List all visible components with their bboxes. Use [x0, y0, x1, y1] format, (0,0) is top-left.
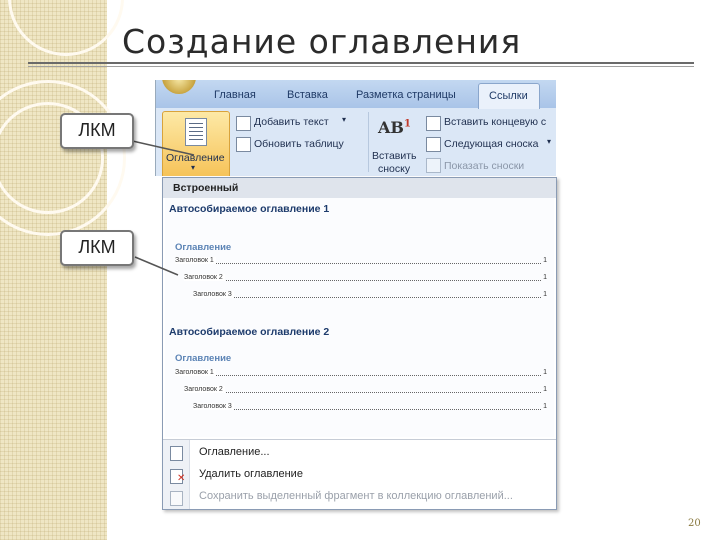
callout-pointer-line: [134, 256, 179, 276]
page-number: 20: [688, 518, 701, 529]
callout-lkm-1: ЛКМ: [60, 113, 134, 149]
callout-lkm-2: ЛКМ: [60, 230, 134, 266]
callout-pointers: [127, 139, 195, 276]
callout-label: ЛКМ: [78, 237, 116, 257]
callout-pointer-line: [127, 139, 195, 156]
callout-label: ЛКМ: [78, 120, 116, 140]
